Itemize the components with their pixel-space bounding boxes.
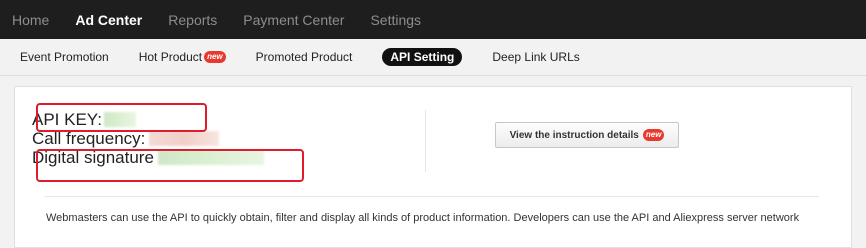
tab-hot-product[interactable]: Hot Product new (139, 50, 226, 64)
tab-event-promotion-label: Event Promotion (20, 50, 109, 64)
nav-ad-center[interactable]: Ad Center (75, 12, 142, 28)
api-description: Webmasters can use the API to quickly ob… (46, 212, 800, 224)
horizontal-divider (44, 196, 819, 197)
tab-promoted-product[interactable]: Promoted Product (256, 50, 353, 64)
nav-reports[interactable]: Reports (168, 12, 217, 28)
view-instruction-label: View the instruction details (509, 129, 639, 141)
tab-api-setting-label: API Setting (390, 50, 455, 64)
nav-home[interactable]: Home (12, 12, 49, 28)
tab-deep-link-urls-label: Deep Link URLs (492, 50, 580, 64)
tab-event-promotion[interactable]: Event Promotion (20, 50, 109, 64)
vertical-divider (425, 110, 426, 172)
tab-hot-product-label: Hot Product (138, 50, 203, 64)
new-badge: new (642, 129, 665, 141)
new-badge: new (204, 51, 226, 63)
view-instruction-button[interactable]: View the instruction details new (495, 122, 679, 148)
tab-deep-link-urls[interactable]: Deep Link URLs (492, 50, 579, 64)
nav-settings[interactable]: Settings (370, 12, 421, 28)
digital-signature-highlight-box (36, 149, 304, 182)
tab-api-setting[interactable]: API Setting (382, 48, 463, 66)
top-nav: Home Ad Center Reports Payment Center Se… (0, 0, 866, 39)
tab-promoted-product-label: Promoted Product (255, 50, 353, 64)
nav-payment-center[interactable]: Payment Center (243, 12, 344, 28)
api-key-highlight-box (36, 103, 207, 132)
sub-nav: Event Promotion Hot Product new Promoted… (0, 39, 866, 76)
call-frequency-value-redacted (149, 131, 220, 146)
